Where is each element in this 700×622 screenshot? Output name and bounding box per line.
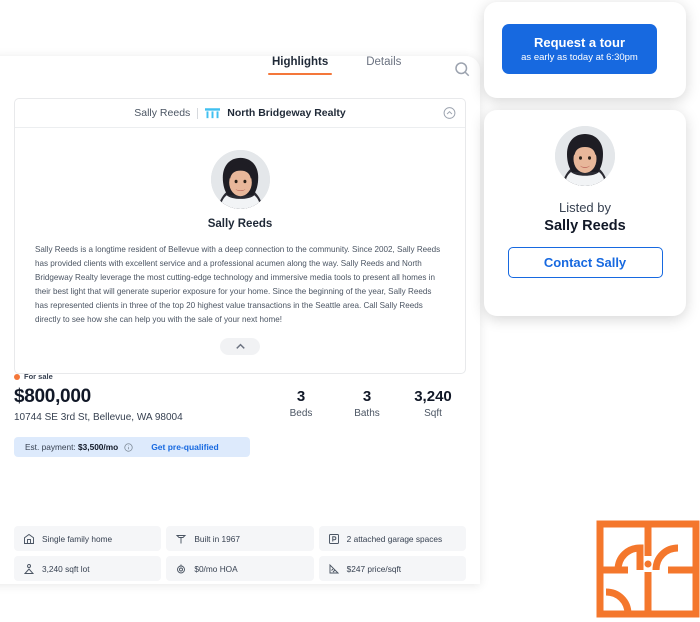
search-icon[interactable] — [453, 60, 471, 78]
tab-bar: Highlights Details — [0, 56, 480, 90]
status-badge-label: For sale — [24, 372, 53, 381]
listing-stats: 3 Beds 3 Baths 3,240 Sqft — [268, 386, 466, 419]
listed-by-label: Listed by — [558, 200, 612, 215]
chevron-up-icon — [235, 344, 245, 350]
feature-tile: $247 price/sqft — [318, 556, 466, 581]
feature-label: $0/mo HOA — [194, 563, 238, 574]
chevron-up-circle-icon[interactable] — [443, 107, 456, 120]
feature-tile: 3,240 sqft lot — [14, 556, 162, 581]
collapse-pill-wrap — [35, 338, 445, 357]
agent-avatar — [555, 126, 615, 186]
feature-label: 2 attached garage spaces — [346, 533, 443, 544]
agent-panel-header-inner: Sally Reeds North Bridgeway Realty — [134, 107, 345, 119]
info-circle-icon[interactable] — [124, 442, 133, 452]
listing-price: $800,000 — [14, 386, 91, 407]
divider — [197, 107, 199, 119]
stat-beds: 3 Beds — [268, 388, 334, 419]
agent-panel-body: Sally Reeds Sally Reeds is a longtime re… — [15, 128, 465, 373]
agent-avatar — [210, 150, 270, 209]
price-left: $800,000 10744 SE 3rd St, Bellevue, WA 9… — [14, 386, 268, 423]
floorplan-puzzle-icon — [596, 520, 700, 618]
stat-baths: 3 Baths — [334, 388, 400, 419]
brokerage-name: North Bridgeway Realty — [227, 107, 346, 119]
stat-sqft-value: 3,240 — [414, 388, 452, 405]
price-row: $800,000 10744 SE 3rd St, Bellevue, WA 9… — [14, 386, 466, 423]
payment-amount: $3,500/mo — [78, 442, 119, 452]
status-dot-icon — [14, 373, 20, 380]
listed-by-card: Listed by Sally Reeds Contact Sally — [484, 110, 686, 316]
feature-tiles: Single family home Built in 1967 2 attac… — [14, 526, 466, 581]
feature-label: Built in 1967 — [194, 533, 240, 544]
payment-label-text: Est. payment: — [25, 442, 76, 452]
price-block: For sale $800,000 10744 SE 3rd St, Belle… — [14, 372, 466, 457]
bridge-logo-icon — [205, 107, 221, 118]
estimated-payment-bar: Est. payment: $3,500/mo Get pre-qualifie… — [14, 437, 250, 457]
lot-icon — [23, 563, 35, 574]
request-tour-card: Request a tour as early as today at 6:30… — [484, 2, 686, 98]
feature-tile: Built in 1967 — [166, 526, 314, 551]
listing-address: 10744 SE 3rd St, Bellevue, WA 98004 — [14, 412, 183, 423]
hoa-icon — [177, 564, 186, 573]
request-tour-title: Request a tour — [533, 35, 625, 50]
feature-label: Single family home — [42, 533, 113, 544]
hammer-icon — [176, 534, 187, 543]
tab-details[interactable]: Details — [366, 56, 401, 75]
stat-sqft: 3,240 Sqft — [400, 388, 466, 419]
feature-tile: 2 attached garage spaces — [318, 526, 466, 551]
screenshot-root: Highlights Details Sally Reeds North Bri… — [0, 0, 700, 622]
status-badge: For sale — [14, 372, 466, 381]
request-tour-button[interactable]: Request a tour as early as today at 6:30… — [502, 24, 657, 74]
agent-name-small: Sally Reeds — [134, 107, 191, 119]
listed-by-agent-name: Sally Reeds — [544, 218, 626, 234]
stat-baths-label: Baths — [354, 408, 380, 419]
house-icon — [24, 533, 34, 544]
ruler-icon — [329, 563, 339, 573]
feature-tile: Single family home — [14, 526, 162, 551]
agent-panel-header[interactable]: Sally Reeds North Bridgeway Realty — [15, 99, 465, 128]
tab-highlights-label: Highlights — [272, 56, 329, 68]
listing-detail-card: Highlights Details Sally Reeds North Bri… — [0, 56, 480, 584]
feature-label: 3,240 sqft lot — [42, 563, 90, 574]
stat-beds-label: Beds — [289, 408, 313, 419]
feature-tile: $0/mo HOA — [166, 556, 314, 581]
request-tour-subtitle: as early as today at 6:30pm — [521, 52, 638, 63]
parking-icon — [328, 533, 339, 544]
collapse-bio-button[interactable] — [220, 338, 260, 356]
agent-panel: Sally Reeds North Bridgeway Realty Sally… — [14, 98, 466, 375]
tab-details-label: Details — [366, 56, 402, 68]
agent-bio: Sally Reeds is a longtime resident of Be… — [35, 245, 441, 324]
stat-beds-value: 3 — [296, 388, 306, 405]
payment-label: Est. payment: $3,500/mo — [25, 442, 118, 452]
tab-highlights[interactable]: Highlights — [267, 56, 333, 75]
stat-baths-value: 3 — [362, 388, 372, 405]
stat-sqft-label: Sqft — [424, 408, 442, 419]
contact-agent-button[interactable]: Contact Sally — [507, 247, 663, 278]
feature-label: $247 price/sqft — [346, 563, 402, 574]
get-prequalified-link[interactable]: Get pre-qualified — [151, 442, 219, 452]
agent-full-name: Sally Reeds — [207, 218, 273, 230]
